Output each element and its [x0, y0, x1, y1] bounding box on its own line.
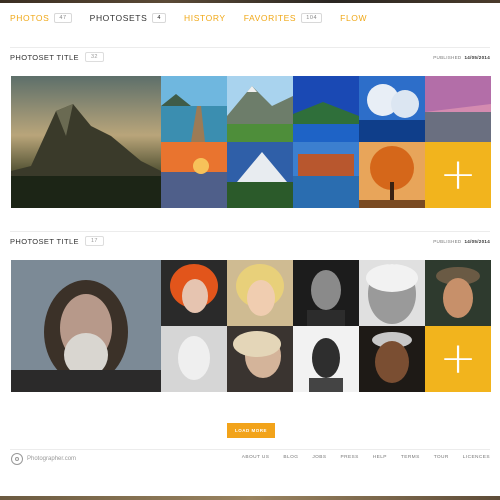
camera-logo-icon: [11, 453, 23, 465]
tab-photos-label: PHOTOS: [10, 13, 50, 23]
photo-tile[interactable]: [161, 76, 227, 142]
photoset-count: 32: [84, 52, 104, 62]
tab-favorites[interactable]: FAVORITES 104: [243, 13, 323, 23]
footer-link-blog[interactable]: BLOG: [283, 455, 298, 460]
main-tabs: PHOTOS 47 PHOTOSETS 4 HISTORY FAVORITES …: [10, 13, 385, 23]
photo-tile[interactable]: [161, 260, 227, 326]
photoset-header: PHOTOSET TITLE 32 PUBLISHED 14/05/2014: [10, 52, 490, 62]
tab-history-label: HISTORY: [184, 13, 226, 23]
tab-history[interactable]: HISTORY: [184, 13, 226, 23]
footer: Photographer.com ABOUT US BLOG JOBS PRES…: [10, 449, 490, 489]
published-value: 14/05/2014: [464, 238, 490, 244]
divider: [10, 47, 490, 48]
photoset-title[interactable]: PHOTOSET TITLE 32: [10, 52, 104, 62]
footer-link-tour[interactable]: TOUR: [434, 455, 449, 460]
plus-icon: +: [439, 333, 477, 384]
tab-flow[interactable]: FLOW: [340, 13, 367, 23]
footer-link-licences[interactable]: LICENCES: [463, 455, 490, 460]
photoset-title-text: PHOTOSET TITLE: [10, 236, 79, 246]
photo-tile[interactable]: [293, 260, 359, 326]
photo-tile[interactable]: [227, 260, 293, 326]
tab-photosets-count: 4: [152, 13, 167, 23]
published-date: PUBLISHED 14/05/2014: [433, 239, 490, 244]
photo-tile[interactable]: [425, 260, 491, 326]
published-date: PUBLISHED 14/05/2014: [433, 55, 490, 60]
photoset-cover-photo[interactable]: [11, 260, 161, 392]
photoset-cover-photo[interactable]: [11, 76, 161, 208]
photo-tile[interactable]: [293, 76, 359, 142]
footer-link-jobs[interactable]: JOBS: [312, 455, 326, 460]
photo-tile[interactable]: [359, 76, 425, 142]
photo-tile[interactable]: [293, 326, 359, 392]
tab-photos-count: 47: [54, 13, 72, 23]
photo-tile[interactable]: [293, 142, 359, 208]
photo-tile[interactable]: [227, 142, 293, 208]
plus-icon: +: [439, 149, 477, 200]
footer-link-terms[interactable]: TERMS: [401, 455, 420, 460]
tab-photos[interactable]: PHOTOS 47: [10, 13, 72, 23]
add-photo-button[interactable]: +: [425, 142, 491, 208]
published-value: 14/05/2014: [464, 54, 490, 60]
tab-favorites-count: 104: [301, 13, 323, 23]
bottom-decor-strip: [0, 496, 500, 500]
footer-link-about[interactable]: ABOUT US: [242, 455, 270, 460]
tab-photosets[interactable]: PHOTOSETS 4: [89, 13, 167, 23]
photo-tile[interactable]: [161, 326, 227, 392]
photoset-header: PHOTOSET TITLE 17 PUBLISHED 14/05/2014: [10, 236, 490, 246]
photoset-title[interactable]: PHOTOSET TITLE 17: [10, 236, 104, 246]
photo-tile[interactable]: [227, 326, 293, 392]
photo-tile[interactable]: [359, 142, 425, 208]
footer-link-help[interactable]: HELP: [373, 455, 387, 460]
load-more-button[interactable]: LOAD MORE: [227, 423, 275, 438]
photo-tile[interactable]: [161, 142, 227, 208]
tab-photosets-label: PHOTOSETS: [89, 13, 148, 23]
published-label: PUBLISHED: [433, 54, 462, 60]
photo-tile[interactable]: [425, 76, 491, 142]
photo-tile[interactable]: [227, 76, 293, 142]
photo-tile[interactable]: [359, 260, 425, 326]
photoset-title-text: PHOTOSET TITLE: [10, 52, 79, 62]
photoset-grid: +: [11, 76, 491, 208]
published-label: PUBLISHED: [433, 238, 462, 244]
logo-text: Photographer.com: [27, 456, 77, 462]
photo-tile[interactable]: [359, 326, 425, 392]
tab-flow-label: FLOW: [340, 13, 368, 23]
photoset-grid: +: [11, 260, 491, 392]
footer-link-press[interactable]: PRESS: [340, 455, 358, 460]
add-photo-button[interactable]: +: [425, 326, 491, 392]
site-logo[interactable]: Photographer.com: [11, 453, 76, 465]
photoset-count: 17: [84, 236, 104, 246]
tab-favorites-label: FAVORITES: [243, 13, 297, 23]
divider: [10, 231, 490, 232]
top-decor-strip: [0, 0, 500, 3]
footer-links: ABOUT US BLOG JOBS PRESS HELP TERMS TOUR…: [228, 455, 490, 460]
